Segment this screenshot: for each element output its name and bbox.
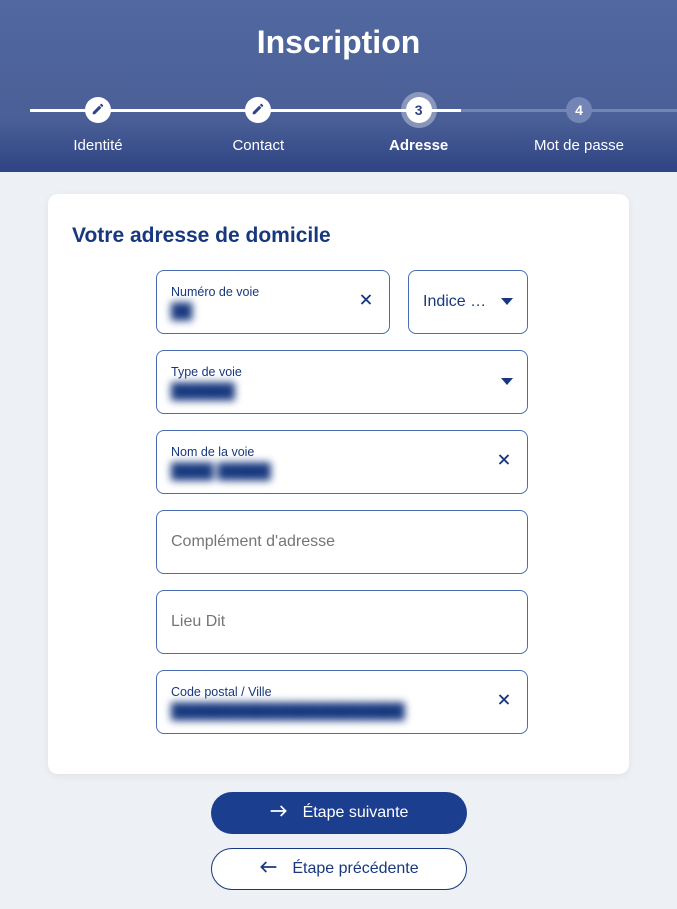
type-voie-select[interactable]: Type de voie ██████ <box>156 350 528 414</box>
step-label-1: Identité <box>73 137 122 154</box>
nom-voie-label: Nom de la voie <box>171 445 513 459</box>
next-button-label: Étape suivante <box>303 804 409 822</box>
step-adresse[interactable]: 3 Adresse <box>369 97 469 154</box>
clear-icon[interactable] <box>495 451 513 474</box>
step-motdepasse[interactable]: 4 Mot de passe <box>529 97 629 154</box>
address-form-card: Votre adresse de domicile Numéro de voie… <box>48 194 629 774</box>
clear-icon[interactable] <box>495 691 513 714</box>
arrow-right-icon <box>269 804 289 823</box>
chevron-down-icon <box>501 293 513 311</box>
indice-label: Indice d... <box>423 293 491 311</box>
complement-input[interactable] <box>171 533 513 551</box>
pencil-icon <box>251 102 265 119</box>
prev-step-button[interactable]: Étape précédente <box>211 848 467 890</box>
step-circle-3: 3 <box>406 97 432 123</box>
page-header: Inscription Identité <box>0 0 677 172</box>
card-title: Votre adresse de domicile <box>72 224 605 248</box>
code-postal-label: Code postal / Ville <box>171 685 513 699</box>
clear-icon[interactable] <box>357 291 375 314</box>
indice-select[interactable]: Indice d... <box>408 270 528 334</box>
nom-voie-field[interactable]: Nom de la voie ████ █████ <box>156 430 528 494</box>
prev-button-label: Étape précédente <box>292 860 418 878</box>
step-label-3: Adresse <box>389 137 448 154</box>
step-contact[interactable]: Contact <box>208 97 308 154</box>
numero-value: ██ <box>171 303 375 320</box>
next-step-button[interactable]: Étape suivante <box>211 792 467 834</box>
step-circle-4: 4 <box>566 97 592 123</box>
pencil-icon <box>91 102 105 119</box>
numero-label: Numéro de voie <box>171 285 375 299</box>
progress-stepper: Identité Contact 3 Adresse 4 Mot de pass… <box>0 97 677 154</box>
code-postal-value: ██████████████████████ <box>171 703 513 720</box>
lieu-dit-input[interactable] <box>171 613 513 631</box>
code-postal-field[interactable]: Code postal / Ville ████████████████████… <box>156 670 528 734</box>
lieu-dit-field[interactable] <box>156 590 528 654</box>
numero-voie-field[interactable]: Numéro de voie ██ <box>156 270 390 334</box>
form-actions: Étape suivante Étape précédente <box>0 792 677 890</box>
arrow-left-icon <box>258 860 278 879</box>
step-label-4: Mot de passe <box>534 137 624 154</box>
step-label-2: Contact <box>232 137 284 154</box>
type-voie-label: Type de voie <box>171 365 513 379</box>
step-circle-2 <box>245 97 271 123</box>
page-title: Inscription <box>0 0 677 61</box>
step-identite[interactable]: Identité <box>48 97 148 154</box>
complement-field[interactable] <box>156 510 528 574</box>
nom-voie-value: ████ █████ <box>171 463 513 480</box>
step-circle-1 <box>85 97 111 123</box>
type-voie-value: ██████ <box>171 383 513 400</box>
chevron-down-icon <box>501 373 513 391</box>
